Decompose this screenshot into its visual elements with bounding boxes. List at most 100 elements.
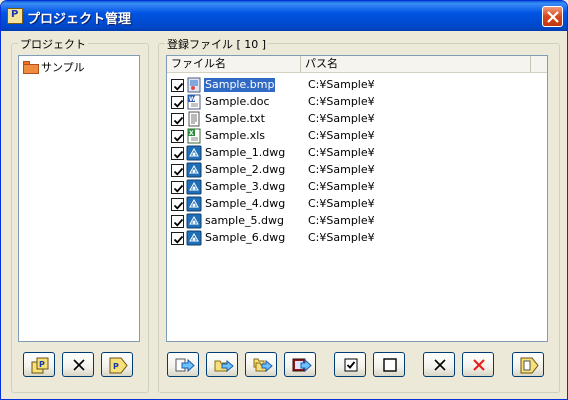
window-title: プロジェクト管理 (27, 12, 132, 27)
check-all-button[interactable] (334, 352, 366, 377)
file-checkbox[interactable] (171, 130, 184, 143)
close-icon (547, 11, 559, 23)
file-checkbox[interactable] (171, 79, 184, 92)
checkmark-icon (173, 167, 184, 176)
file-name: Sample_1.dwg (205, 146, 286, 159)
file-name: Sample_2.dwg (205, 163, 286, 176)
file-path: C:¥Sample¥ (308, 129, 375, 142)
file-row[interactable]: Sample.txt C:¥Sample¥ (171, 111, 551, 127)
file-checkbox[interactable] (171, 198, 184, 211)
add-folder-button[interactable] (206, 352, 238, 377)
open-project-icon: P (109, 357, 128, 374)
excel-file-icon: X (187, 128, 201, 144)
file-path: C:¥Sample¥ (308, 78, 375, 91)
svg-text:P: P (113, 362, 119, 371)
checkmark-icon (173, 184, 184, 193)
svg-text:W: W (189, 96, 196, 103)
word-file-icon: W (187, 94, 201, 110)
dwg-file-icon (186, 179, 202, 195)
file-row[interactable]: Sample_2.dwg C:¥Sample¥ (171, 162, 551, 178)
checkmark-icon (173, 150, 184, 159)
file-path: C:¥Sample¥ (308, 112, 375, 125)
delete-icon (73, 359, 85, 371)
dwg-file-icon (186, 196, 202, 212)
checkmark-icon (173, 99, 184, 108)
delete-project-button[interactable] (62, 352, 94, 377)
folder-icon (23, 60, 39, 74)
tree-item-sample-project[interactable]: サンプル (23, 59, 85, 75)
svg-text:X: X (189, 130, 194, 137)
add-file-icon (175, 358, 195, 373)
remove-icon (434, 359, 446, 371)
checkmark-icon (173, 218, 184, 227)
file-checkbox[interactable] (171, 215, 184, 228)
dwg-file-icon (186, 213, 202, 229)
file-name: Sample.xls (205, 129, 266, 142)
add-subfolder-icon (253, 358, 273, 373)
dwg-file-icon (186, 162, 202, 178)
file-path: C:¥Sample¥ (308, 163, 375, 176)
check-all-icon (344, 358, 358, 372)
open-project-button[interactable]: P (101, 352, 133, 377)
file-path: C:¥Sample¥ (308, 197, 375, 210)
file-path: C:¥Sample¥ (308, 180, 375, 193)
file-row[interactable]: Sample.bmp C:¥Sample¥ (171, 77, 551, 93)
file-row[interactable]: Sample_4.dwg C:¥Sample¥ (171, 196, 551, 212)
remove-file-button[interactable] (423, 352, 455, 377)
add-folder-icon (214, 359, 234, 373)
column-header-filename[interactable]: ファイル名 (167, 56, 301, 73)
column-header-path[interactable]: パス名 (301, 56, 531, 73)
add-file-button[interactable] (167, 352, 199, 377)
project-group-label: プロジェクト (18, 36, 88, 52)
svg-text:P: P (39, 360, 45, 369)
file-checkbox[interactable] (171, 96, 184, 109)
open-file-icon (520, 357, 539, 374)
uncheck-all-button[interactable] (373, 352, 405, 377)
file-name: Sample.doc (205, 95, 270, 108)
file-row[interactable]: Sample_1.dwg C:¥Sample¥ (171, 145, 551, 161)
checkmark-icon (173, 201, 184, 210)
tree-item-label: サンプル (41, 61, 85, 74)
file-list[interactable]: ファイル名 パス名 Sample.bmp C:¥Sample¥ W Sample.do… (166, 55, 548, 342)
file-checkbox[interactable] (171, 113, 184, 126)
file-path: C:¥Sample¥ (308, 95, 375, 108)
close-button[interactable] (542, 6, 563, 27)
checkmark-icon (173, 116, 184, 125)
file-checkbox[interactable] (171, 232, 184, 245)
remove-all-button[interactable] (462, 352, 494, 377)
file-row[interactable]: sample_5.dwg C:¥Sample¥ (171, 213, 551, 229)
file-row[interactable]: X Sample.xls C:¥Sample¥ (171, 128, 551, 144)
project-manager-window: プロジェクト管理 プロジェクト サンプル P P (0, 0, 568, 400)
file-path: C:¥Sample¥ (308, 214, 375, 227)
checkmark-icon (173, 133, 184, 142)
dwg-file-icon (186, 230, 202, 246)
title-bar[interactable]: プロジェクト管理 (1, 1, 567, 31)
add-subfolder-button[interactable] (245, 352, 277, 377)
file-name: Sample_6.dwg (205, 231, 286, 244)
file-checkbox[interactable] (171, 147, 184, 160)
add-media-icon (292, 358, 312, 373)
file-row[interactable]: Sample_3.dwg C:¥Sample¥ (171, 179, 551, 195)
file-list-header: ファイル名 パス名 (167, 56, 547, 73)
files-group-label: 登録ファイル [ 10 ] (165, 36, 269, 52)
checkmark-icon (173, 235, 184, 244)
bmp-file-icon (187, 77, 201, 93)
project-tree[interactable]: サンプル (18, 55, 140, 342)
file-name: sample_5.dwg (205, 214, 284, 227)
uncheck-all-icon (383, 358, 397, 372)
file-path: C:¥Sample¥ (308, 231, 375, 244)
file-name: Sample.bmp (204, 78, 276, 92)
text-file-icon (188, 111, 200, 127)
new-project-button[interactable]: P (23, 352, 55, 377)
file-checkbox[interactable] (171, 164, 184, 177)
file-path: C:¥Sample¥ (308, 146, 375, 159)
checkmark-icon (173, 82, 184, 91)
open-file-button[interactable] (512, 352, 544, 377)
file-row[interactable]: Sample_6.dwg C:¥Sample¥ (171, 230, 551, 246)
file-name: Sample_4.dwg (205, 197, 286, 210)
file-name: Sample.txt (205, 112, 265, 125)
file-row[interactable]: W Sample.doc C:¥Sample¥ (171, 94, 551, 110)
file-checkbox[interactable] (171, 181, 184, 194)
add-media-button[interactable] (284, 352, 316, 377)
remove-all-icon (473, 359, 485, 371)
